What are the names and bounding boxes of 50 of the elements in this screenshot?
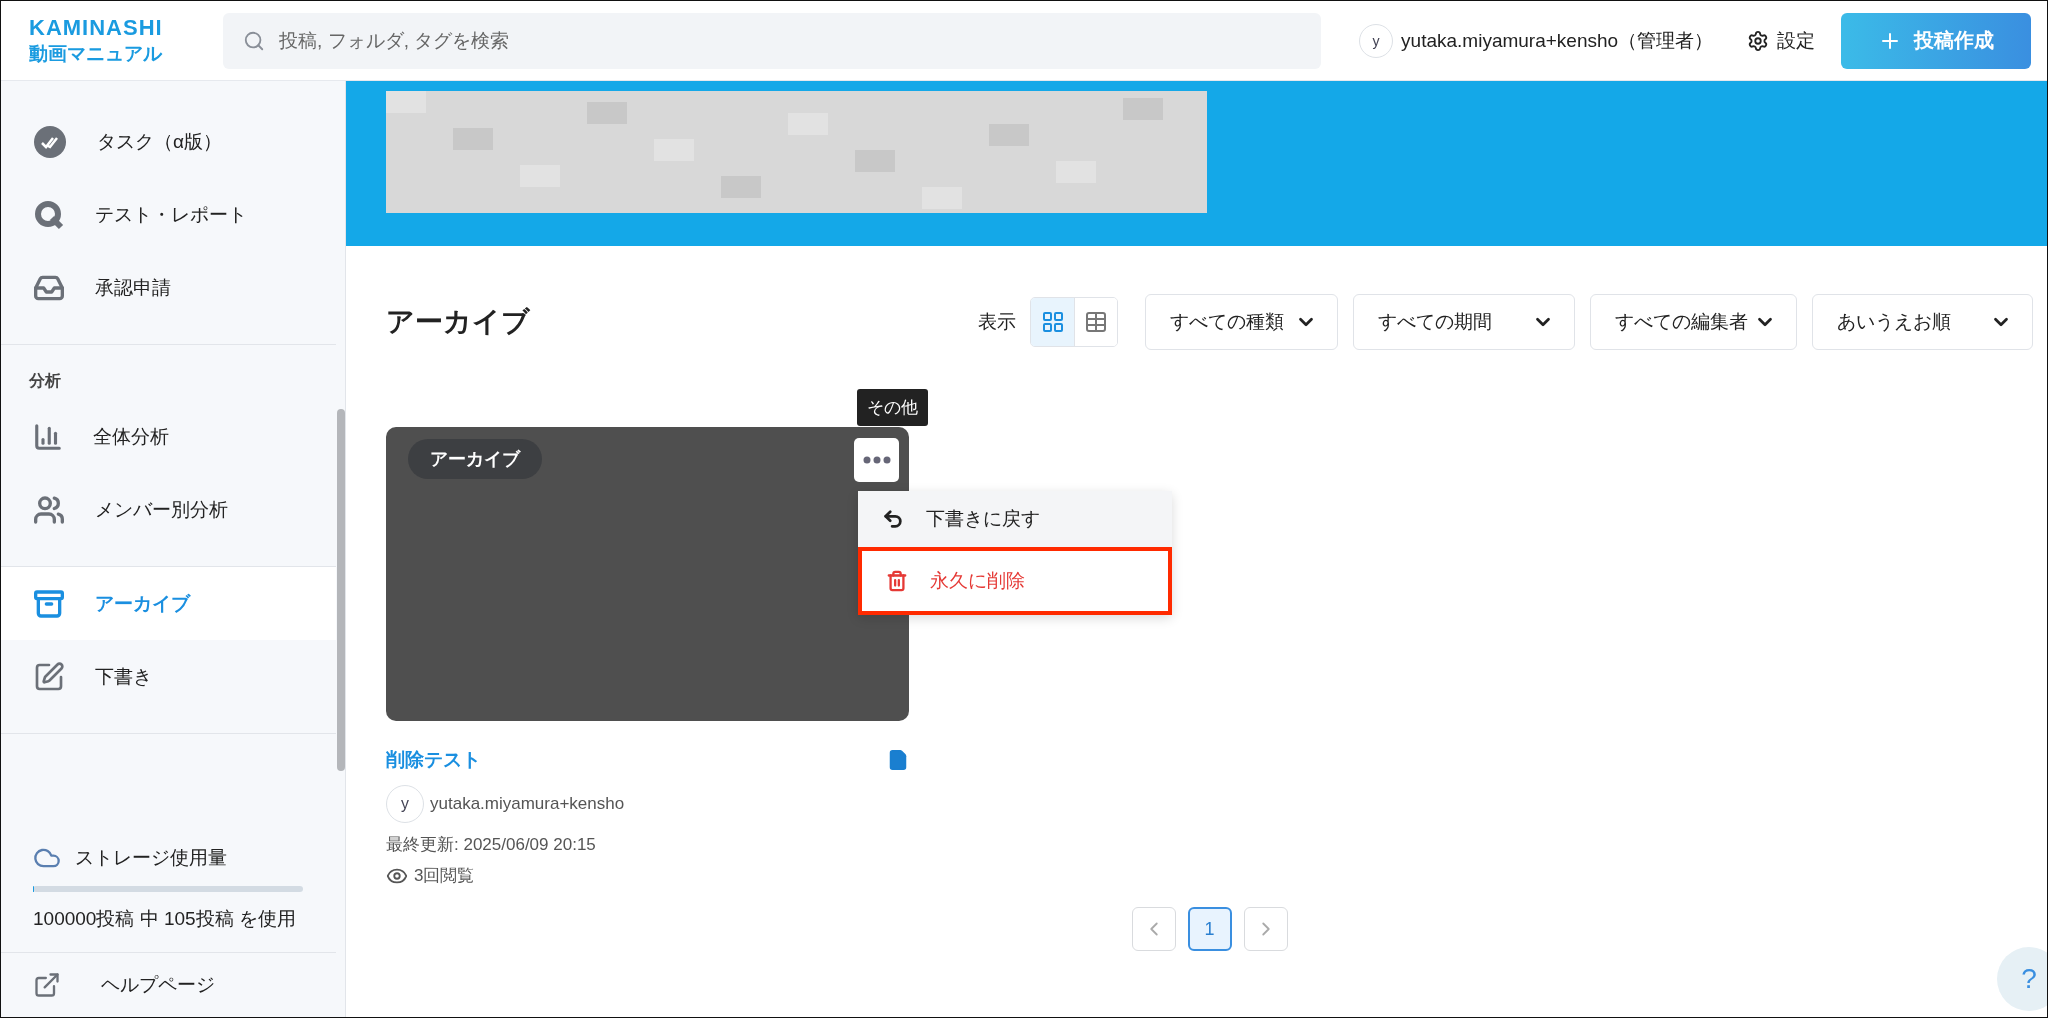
archive-icon — [33, 587, 65, 620]
logo-product: 動画マニュアル — [29, 41, 163, 66]
filter-dropdown[interactable]: すべての種類 — [1145, 294, 1338, 350]
sidebar-item[interactable]: 承認申請 — [1, 251, 336, 324]
author-avatar: y — [386, 785, 424, 823]
sidebar-item[interactable]: 全体分析 — [1, 400, 336, 473]
q-icon — [33, 198, 65, 231]
search-field[interactable]: 投稿, フォルダ, タグを検索 — [223, 12, 1322, 69]
storage-usage: 100000投稿 中 105投稿 を使用 — [33, 906, 297, 931]
grid-view-button[interactable] — [1031, 298, 1074, 346]
view-label: 表示 — [978, 309, 1016, 334]
settings-icon — [1747, 29, 1770, 52]
help-page-link[interactable]: ヘルプページ — [1, 953, 345, 1017]
logo-brand: KAMINASHI — [29, 14, 164, 41]
settings-button[interactable]: 設定 — [1741, 26, 1822, 55]
external-link-icon — [33, 971, 61, 999]
menu-item[interactable]: 永久に削除 — [858, 547, 1172, 615]
status-badge: アーカイブ — [408, 439, 542, 479]
sidebar-item[interactable]: テスト・レポート — [1, 178, 336, 251]
users-icon — [33, 493, 65, 526]
document-icon — [887, 749, 909, 771]
user-avatar: y — [1359, 23, 1394, 58]
table-icon — [1084, 310, 1108, 334]
filter-dropdown[interactable]: すべての編集者 — [1590, 294, 1797, 350]
page-title: アーカイブ — [386, 305, 531, 339]
section-heading: 分析 — [28, 371, 62, 391]
list-view-button[interactable] — [1074, 298, 1117, 346]
sidebar-item[interactable]: タスク（α版） — [1, 105, 336, 178]
storage-label: ストレージ使用量 — [75, 846, 227, 871]
user-name[interactable]: yutaka.miyamura+kensho（管理者） — [1401, 27, 1714, 54]
more-icon — [862, 456, 891, 464]
bar-chart-icon — [33, 421, 63, 452]
reply-icon — [882, 508, 904, 530]
grid-icon — [1040, 310, 1065, 334]
filter-dropdown[interactable]: すべての期間 — [1353, 294, 1575, 350]
search-icon — [243, 29, 266, 52]
scrollbar[interactable] — [337, 409, 345, 771]
page-button[interactable]: 1 — [1187, 907, 1232, 951]
sidebar-item[interactable]: メンバー別分析 — [1, 473, 336, 546]
sidebar-item[interactable]: 下書き — [1, 640, 336, 713]
view-count: 3回閲覧 — [414, 865, 475, 888]
author-name: yutaka.miyamura+kensho — [430, 793, 625, 816]
double-check-icon — [33, 124, 67, 159]
last-updated: 最終更新: 2025/06/09 20:15 — [386, 834, 596, 856]
trash-icon — [886, 570, 908, 592]
menu-item[interactable]: 下書きに戻す — [858, 491, 1172, 547]
tooltip: その他 — [857, 389, 928, 426]
filter-dropdown[interactable]: あいうえお順 — [1812, 294, 2033, 350]
more-button[interactable] — [854, 438, 899, 482]
edit-icon — [33, 660, 65, 693]
